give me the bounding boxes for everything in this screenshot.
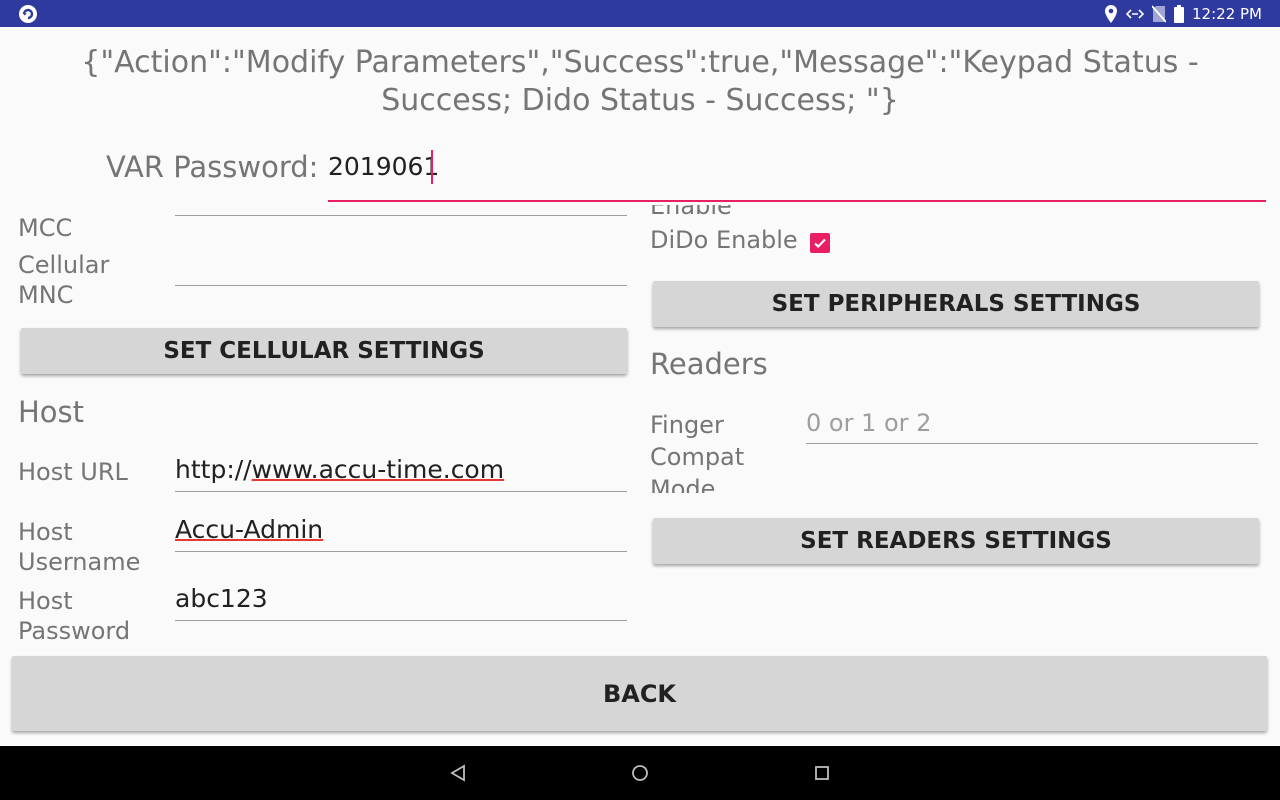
- cellular-mcc-field[interactable]: [175, 215, 627, 216]
- finger-compat-mode-label: Finger Compat Mode: [650, 411, 745, 493]
- set-readers-settings-button[interactable]: SET READERS SETTINGS: [653, 518, 1259, 564]
- finger-compat-mode-placeholder: 0 or 1 or 2: [806, 409, 932, 437]
- left-settings-panel[interactable]: MCC Cellular MNC SET CELLULAR SETTINGS H…: [0, 205, 640, 645]
- host-username-field[interactable]: [175, 551, 627, 552]
- right-settings-panel[interactable]: Enable DiDo Enable SET PERIPHERALS SETTI…: [640, 205, 1280, 645]
- partial-enable-label: Enable: [650, 205, 732, 220]
- battery-icon: [1174, 4, 1185, 23]
- nav-recents-icon[interactable]: [814, 765, 830, 785]
- no-sim-icon: [1152, 4, 1167, 23]
- clock: 12:22 PM: [1192, 4, 1262, 23]
- host-url-label: Host URL: [18, 458, 128, 486]
- readers-section-title: Readers: [650, 347, 768, 381]
- status-bar: 12:22 PM: [0, 0, 1280, 27]
- app-icon: [18, 4, 38, 24]
- host-username-value: Accu-Admin: [175, 515, 324, 544]
- dido-enable-checkbox[interactable]: [810, 233, 830, 253]
- data-icon: [1126, 8, 1145, 20]
- cellular-mnc-label: Cellular MNC: [18, 251, 110, 309]
- location-icon: [1104, 4, 1118, 23]
- host-username-label: Host Username: [18, 518, 141, 571]
- host-section-title: Host: [18, 395, 85, 429]
- var-password-label: VAR Password:: [106, 150, 319, 184]
- var-password-input[interactable]: [328, 146, 1266, 202]
- status-icons: 12:22 PM: [1104, 0, 1262, 27]
- host-password-value: abc123: [175, 584, 268, 613]
- dido-enable-label: DiDo Enable: [650, 226, 798, 254]
- finger-compat-mode-field[interactable]: [806, 443, 1258, 444]
- response-message: {"Action":"Modify Parameters","Success":…: [81, 45, 1199, 118]
- cellular-mnc-field[interactable]: [175, 285, 627, 286]
- checkmark-icon: [814, 238, 826, 249]
- text-cursor: [431, 150, 433, 184]
- host-url-value: http://www.accu-time.com: [175, 455, 505, 484]
- set-peripherals-settings-button[interactable]: SET PERIPHERALS SETTINGS: [653, 281, 1259, 327]
- set-cellular-settings-button[interactable]: SET CELLULAR SETTINGS: [21, 328, 627, 374]
- var-password-value: 2019061: [328, 152, 440, 181]
- host-url-field[interactable]: [175, 491, 627, 492]
- nav-home-icon[interactable]: [631, 764, 649, 786]
- navigation-bar: [0, 746, 1280, 800]
- back-button[interactable]: BACK: [12, 656, 1267, 731]
- nav-back-icon[interactable]: [449, 764, 467, 786]
- host-password-field[interactable]: [175, 620, 627, 621]
- mcc-label: MCC: [18, 214, 73, 242]
- host-password-label: Host Password: [18, 587, 131, 640]
